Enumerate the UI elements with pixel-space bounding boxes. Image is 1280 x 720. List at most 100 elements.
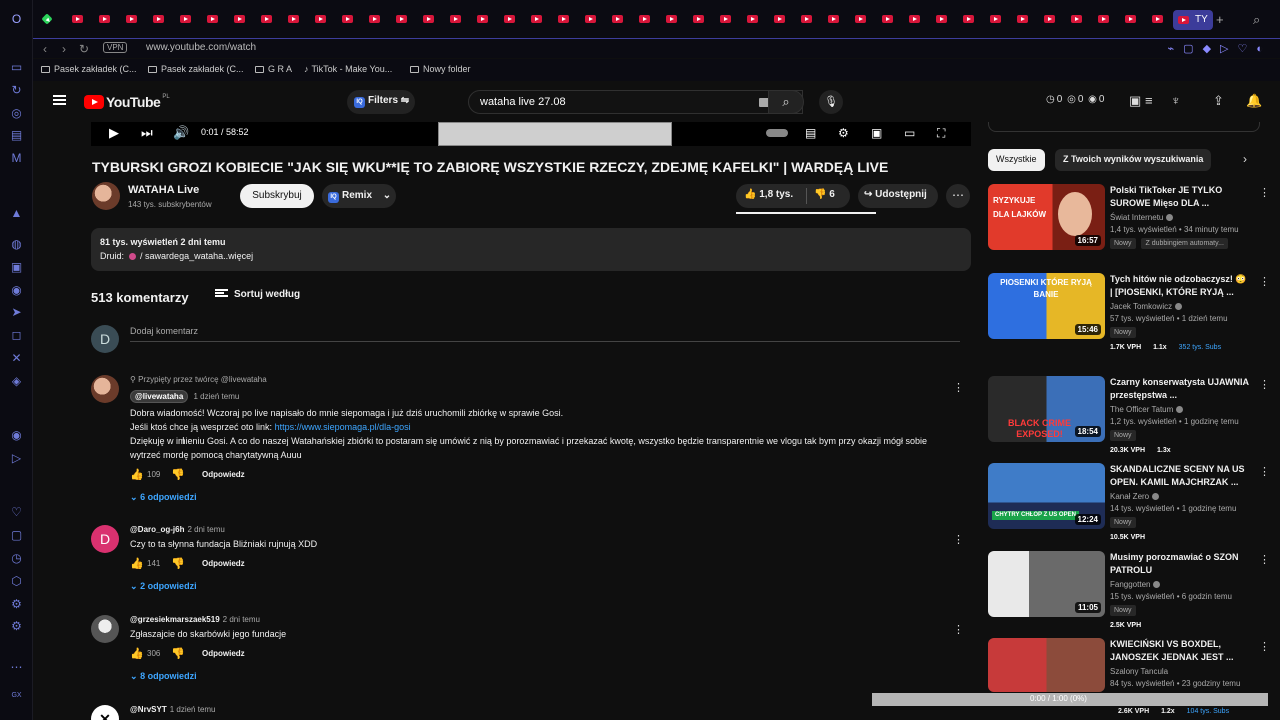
share-button[interactable]: ↪ Udostępnij — [858, 184, 938, 208]
extension-icon[interactable]: ▣ — [1129, 93, 1141, 109]
show-replies-button[interactable]: ⌄ 8 odpowiedzi — [130, 671, 950, 682]
comment-time[interactable]: 1 dzień temu — [170, 705, 216, 714]
video-thumbnail[interactable]: 11:05 — [988, 551, 1105, 617]
youtube-tab-icon[interactable] — [288, 15, 299, 23]
bookmark-folder[interactable]: G R A — [255, 64, 292, 74]
chevron-right-icon[interactable]: › — [1243, 152, 1247, 166]
recommended-video[interactable]: BLACK CRIME EXPOSED! 18:54 Czarny konser… — [988, 376, 1270, 454]
comment-author[interactable]: @grzesiekmarszaek519 — [130, 615, 220, 624]
fullscreen-icon[interactable]: ⛶ — [937, 126, 945, 141]
youtube-tab-icon[interactable] — [585, 15, 596, 23]
discord-icon[interactable]: ◈ — [9, 374, 24, 389]
forward-arrow-icon[interactable]: › — [62, 42, 66, 56]
chip-all[interactable]: Wszystkie — [988, 149, 1045, 171]
mail-icon[interactable]: M — [9, 151, 24, 166]
sort-button[interactable]: Sortuj według — [215, 289, 300, 300]
youtube-tab-icon[interactable] — [747, 15, 758, 23]
volume-icon[interactable]: 🔊 — [173, 125, 189, 141]
add-comment-input[interactable]: Dodaj komentarz — [130, 326, 198, 336]
comment-author[interactable]: @Daro_og-j6h — [130, 525, 184, 534]
aria-icon[interactable]: ▲ — [9, 206, 24, 221]
youtube-logo[interactable]: YouTube PL — [84, 94, 170, 110]
chat-icon[interactable]: ▤ — [9, 128, 24, 143]
reload-icon[interactable]: ↻ — [79, 42, 89, 56]
reply-button[interactable]: Odpowiedz — [202, 470, 245, 479]
next-button-icon[interactable]: ⏭ — [141, 125, 153, 141]
thumbs-up-icon[interactable]: 👍 — [130, 468, 144, 481]
youtube-tab-icon[interactable] — [72, 15, 83, 23]
youtube-tab-icon[interactable] — [693, 15, 704, 23]
youtube-tab-icon[interactable] — [720, 15, 731, 23]
bookmark-folder[interactable]: Nowy folder — [410, 64, 471, 74]
youtube-tab-icon[interactable] — [1071, 15, 1082, 23]
instagram-icon[interactable]: ◻ — [9, 328, 24, 343]
description-box[interactable]: 81 tys. wyświetleń 2 dni temu Druid: / s… — [91, 228, 971, 271]
reply-button[interactable]: Odpowiedz — [202, 559, 245, 568]
youtube-tab-icon[interactable] — [936, 15, 947, 23]
store-icon[interactable]: ◎ — [9, 106, 24, 121]
youtube-tab-icon[interactable] — [855, 15, 866, 23]
thumbs-down-icon[interactable]: 👎 — [171, 557, 185, 570]
subscribe-button[interactable]: Subskrybuj — [240, 184, 314, 208]
video-menu-icon[interactable]: ⋮ — [1259, 275, 1270, 288]
youtube-tab-icon[interactable] — [558, 15, 569, 23]
commenter-avatar[interactable] — [91, 615, 119, 643]
youtube-tab-icon[interactable] — [126, 15, 137, 23]
back-arrow-icon[interactable]: ‹ — [43, 42, 47, 56]
menu-icon[interactable] — [53, 95, 66, 105]
comment-menu-icon[interactable]: ⋮ — [953, 381, 964, 394]
youtube-tab-icon[interactable] — [990, 15, 1001, 23]
search-input[interactable]: wataha live 27.08 ✕ — [468, 90, 803, 114]
ellipsis-icon[interactable]: ⋯ — [9, 660, 24, 675]
youtube-tab-icon[interactable] — [450, 15, 461, 23]
youtube-tab-icon[interactable] — [1017, 15, 1028, 23]
send-icon[interactable]: ▷ — [9, 451, 24, 466]
video-menu-icon[interactable]: ⋮ — [1259, 378, 1270, 391]
youtube-tab-icon[interactable] — [1125, 15, 1136, 23]
comment-menu-icon[interactable]: ⋮ — [953, 623, 964, 636]
youtube-tab-icon[interactable] — [801, 15, 812, 23]
youtube-tab-icon[interactable] — [396, 15, 407, 23]
subtitles-icon[interactable]: ▤ — [805, 126, 816, 140]
commenter-avatar[interactable] — [91, 375, 119, 403]
like-button[interactable]: 👍 1,8 tys. — [744, 189, 793, 200]
sidebar-app-icon[interactable]: ▭ — [9, 60, 24, 75]
channel-avatar[interactable] — [92, 182, 120, 210]
vpn-badge[interactable]: VPN — [103, 42, 128, 53]
recommended-video[interactable]: RYZYKUJE DLA LAJKÓW 16:57 Polski TikToke… — [988, 184, 1270, 252]
youtube-tab-icon[interactable] — [261, 15, 272, 23]
youtube-tab-icon[interactable] — [1098, 15, 1109, 23]
notifications-bell-icon[interactable]: 🔔 — [1246, 93, 1262, 109]
trophy-icon[interactable]: ♆ — [1171, 93, 1181, 108]
comment-link[interactable]: https://www.siepomaga.pl/dla-gosi — [275, 422, 411, 432]
youtube-tab-icon[interactable] — [612, 15, 623, 23]
youtube-tab-icon[interactable] — [504, 15, 515, 23]
video-thumbnail[interactable]: RYZYKUJE DLA LAJKÓW 16:57 — [988, 184, 1105, 250]
thumbs-up-icon[interactable]: 👍 — [130, 557, 144, 570]
url-field[interactable]: www.youtube.com/watch — [146, 42, 256, 53]
comment-menu-icon[interactable]: ⋮ — [953, 533, 964, 546]
dislike-button[interactable]: 👎 6 — [814, 189, 835, 200]
bookmark-link[interactable]: ♪ TikTok - Make You... — [304, 64, 392, 74]
spotify-icon[interactable]: ◉ — [9, 428, 24, 443]
play-button-icon[interactable]: ▶ — [109, 125, 119, 141]
search-button[interactable]: ⌕ — [768, 90, 804, 114]
video-thumbnail[interactable] — [988, 638, 1105, 692]
clock-icon[interactable]: ◷ — [9, 551, 24, 566]
youtube-tab-icon[interactable] — [882, 15, 893, 23]
youtube-tab-icon[interactable] — [342, 15, 353, 23]
thumbs-down-icon[interactable]: 👎 — [171, 468, 185, 481]
recommended-video[interactable]: CHYTRY CHŁOP Z US OPEN 12:24 SKANDALICZN… — [988, 463, 1270, 541]
reply-button[interactable]: Odpowiedz — [202, 649, 245, 658]
heart-icon[interactable]: ♡ — [9, 505, 24, 520]
opera-logo-icon[interactable]: O — [9, 12, 24, 27]
video-thumbnail[interactable]: BLACK CRIME EXPOSED! 18:54 — [988, 376, 1105, 442]
new-tab-plus-icon[interactable]: + — [1216, 12, 1224, 27]
youtube-tab-icon[interactable] — [909, 15, 920, 23]
commenter-avatar[interactable]: D — [91, 525, 119, 553]
miniplayer-icon[interactable]: ▣ — [871, 126, 882, 140]
remix-button[interactable]: IQ Remix ⌄ — [322, 184, 396, 208]
youtube-tab-icon[interactable] — [369, 15, 380, 23]
youtube-tab-icon[interactable] — [531, 15, 542, 23]
youtube-tab-icon[interactable] — [477, 15, 488, 23]
